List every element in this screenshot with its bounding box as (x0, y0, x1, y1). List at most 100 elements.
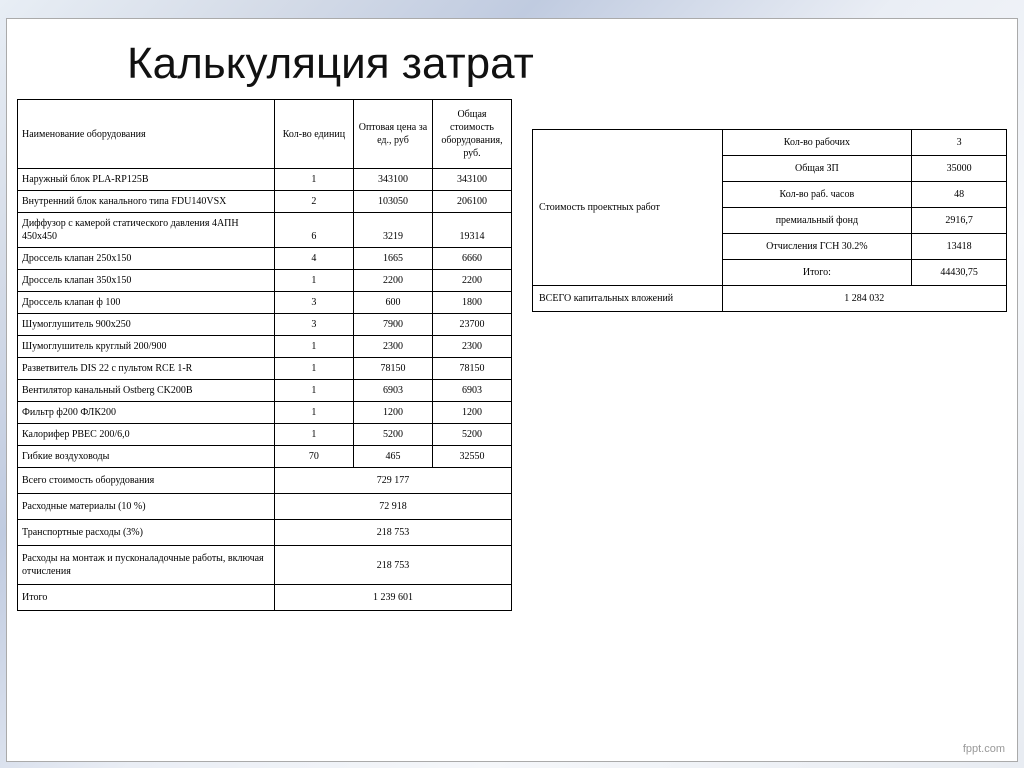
table-row: Фильтр ф200 ФЛК200112001200 (18, 402, 512, 424)
table-row: Шумоглушитель круглый 200/900123002300 (18, 336, 512, 358)
cost-label: Итого: (722, 260, 912, 286)
cell-qty: 1 (274, 380, 353, 402)
cell-price: 600 (353, 292, 432, 314)
cell-price: 103050 (353, 191, 432, 213)
cost-label: Кол-во раб. часов (722, 182, 912, 208)
cell-qty: 3 (274, 314, 353, 336)
cell-name: Шумоглушитель 900х250 (18, 314, 275, 336)
project-cost-table: Стоимость проектных работКол-во рабочих3… (532, 129, 1007, 312)
summary-row: Расходы на монтаж и пусконаладочные рабо… (18, 546, 512, 585)
cell-total: 6903 (432, 380, 511, 402)
summary-row: Расходные материалы (10 %)72 918 (18, 494, 512, 520)
cell-total: 78150 (432, 358, 511, 380)
group-label: Стоимость проектных работ (533, 130, 723, 286)
cell-price: 2200 (353, 270, 432, 292)
cell-price: 5200 (353, 424, 432, 446)
total-label: ВСЕГО капитальных вложений (533, 286, 723, 312)
cell-total: 6660 (432, 248, 511, 270)
table-row: Калорифер PBEC 200/6,0152005200 (18, 424, 512, 446)
cell-qty: 1 (274, 270, 353, 292)
cell-price: 465 (353, 446, 432, 468)
summary-label: Итого (18, 585, 275, 611)
table-row: Внутренний блок канального типа FDU140VS… (18, 191, 512, 213)
summary-label: Расходы на монтаж и пусконаладочные рабо… (18, 546, 275, 585)
table-row: Разветвитель DIS 22 с пультом RCE 1-R178… (18, 358, 512, 380)
cell-name: Внутренний блок канального типа FDU140VS… (18, 191, 275, 213)
cost-row: Стоимость проектных работКол-во рабочих3 (533, 130, 1007, 156)
cell-price: 343100 (353, 169, 432, 191)
cell-name: Дроссель клапан ф 100 (18, 292, 275, 314)
cell-total: 23700 (432, 314, 511, 336)
cell-name: Шумоглушитель круглый 200/900 (18, 336, 275, 358)
summary-value: 72 918 (274, 494, 511, 520)
summary-label: Расходные материалы (10 %) (18, 494, 275, 520)
summary-row: Транспортные расходы (3%)218 753 (18, 520, 512, 546)
summary-value: 1 239 601 (274, 585, 511, 611)
table-row: Дроссель клапан 250х150416656660 (18, 248, 512, 270)
table-row: Диффузор с камерой статического давления… (18, 213, 512, 248)
cell-qty: 1 (274, 402, 353, 424)
cell-qty: 1 (274, 358, 353, 380)
cell-qty: 1 (274, 169, 353, 191)
cost-label: премиальный фонд (722, 208, 912, 234)
cell-total: 343100 (432, 169, 511, 191)
col-name: Наименование оборудования (18, 100, 275, 169)
cell-name: Дроссель клапан 350х150 (18, 270, 275, 292)
table-row: Шумоглушитель 900х2503790023700 (18, 314, 512, 336)
cell-total: 2300 (432, 336, 511, 358)
cell-price: 3219 (353, 213, 432, 248)
cell-qty: 1 (274, 424, 353, 446)
cost-value: 13418 (912, 234, 1007, 260)
cell-total: 1800 (432, 292, 511, 314)
total-value: 1 284 032 (722, 286, 1006, 312)
cell-price: 7900 (353, 314, 432, 336)
col-qty: Кол-во единиц (274, 100, 353, 169)
cell-name: Диффузор с камерой статического давления… (18, 213, 275, 248)
cell-qty: 4 (274, 248, 353, 270)
equipment-table: Наименование оборудования Кол-во единиц … (17, 99, 512, 611)
cell-name: Гибкие воздуховоды (18, 446, 275, 468)
cell-total: 1200 (432, 402, 511, 424)
table-row: Наружный блок PLA-RP125B1343100343100 (18, 169, 512, 191)
cost-value: 2916,7 (912, 208, 1007, 234)
footer-brand: fppt.com (963, 743, 1005, 755)
cell-price: 6903 (353, 380, 432, 402)
cell-total: 5200 (432, 424, 511, 446)
cost-value: 35000 (912, 156, 1007, 182)
cell-total: 32550 (432, 446, 511, 468)
col-price: Оптовая цена за ед., руб (353, 100, 432, 169)
cost-value: 3 (912, 130, 1007, 156)
cell-name: Фильтр ф200 ФЛК200 (18, 402, 275, 424)
cost-label: Кол-во рабочих (722, 130, 912, 156)
cell-qty: 6 (274, 213, 353, 248)
cell-name: Разветвитель DIS 22 с пультом RCE 1-R (18, 358, 275, 380)
summary-value: 218 753 (274, 546, 511, 585)
cost-value: 48 (912, 182, 1007, 208)
cost-value: 44430,75 (912, 260, 1007, 286)
table-row: Дроссель клапан ф 10036001800 (18, 292, 512, 314)
cell-name: Калорифер PBEC 200/6,0 (18, 424, 275, 446)
cell-name: Дроссель клапан 250х150 (18, 248, 275, 270)
cell-total: 206100 (432, 191, 511, 213)
col-total: Общая стоимость оборудования, руб. (432, 100, 511, 169)
table-row: Вентилятор канальный Ostberg CK200B16903… (18, 380, 512, 402)
summary-label: Транспортные расходы (3%) (18, 520, 275, 546)
cell-price: 2300 (353, 336, 432, 358)
cell-qty: 2 (274, 191, 353, 213)
cell-price: 78150 (353, 358, 432, 380)
cell-name: Вентилятор канальный Ostberg CK200B (18, 380, 275, 402)
cost-label: Общая ЗП (722, 156, 912, 182)
cell-price: 1665 (353, 248, 432, 270)
cell-total: 19314 (432, 213, 511, 248)
summary-value: 729 177 (274, 468, 511, 494)
cell-name: Наружный блок PLA-RP125B (18, 169, 275, 191)
summary-value: 218 753 (274, 520, 511, 546)
cell-total: 2200 (432, 270, 511, 292)
cell-price: 1200 (353, 402, 432, 424)
table-row: Дроссель клапан 350х150122002200 (18, 270, 512, 292)
summary-row: Итого1 239 601 (18, 585, 512, 611)
cell-qty: 1 (274, 336, 353, 358)
summary-label: Всего стоимость оборудования (18, 468, 275, 494)
total-row: ВСЕГО капитальных вложений1 284 032 (533, 286, 1007, 312)
cell-qty: 3 (274, 292, 353, 314)
